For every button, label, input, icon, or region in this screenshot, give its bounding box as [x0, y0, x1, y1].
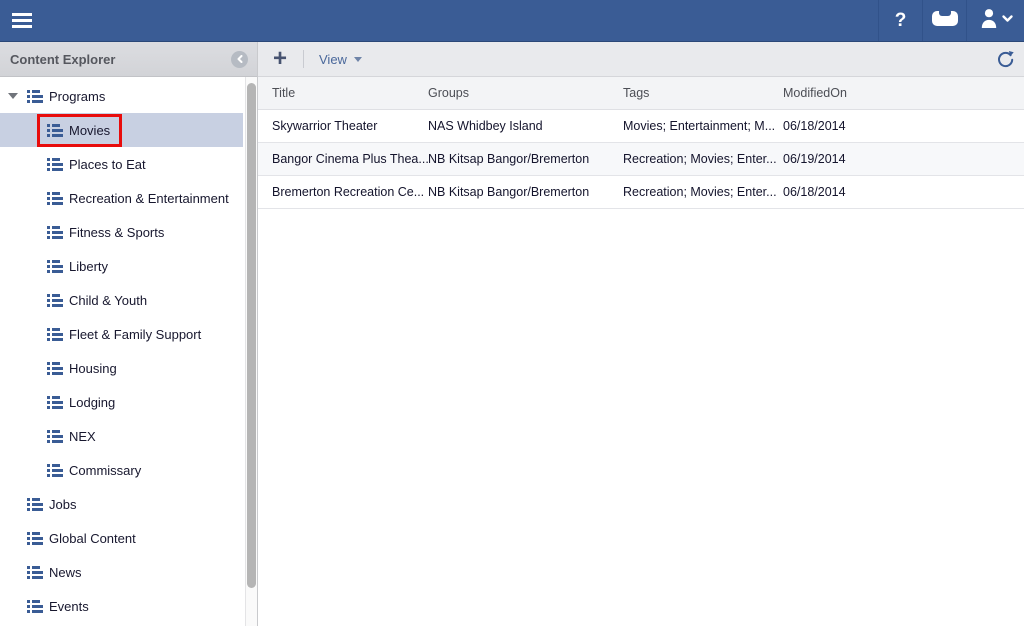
refresh-button[interactable]: [996, 50, 1015, 74]
content-tree: Programs Movies Places to Eat: [0, 77, 257, 626]
cell-modifiedon: 06/18/2014: [783, 185, 1024, 199]
inbox-tray-icon: [932, 11, 958, 31]
tree-item-label: Fleet & Family Support: [69, 327, 201, 342]
tree-item-label: News: [49, 565, 82, 580]
cell-groups: NAS Whidbey Island: [428, 119, 623, 133]
cell-modifiedon: 06/19/2014: [783, 152, 1024, 166]
column-header-tags[interactable]: Tags: [623, 86, 783, 100]
column-header-title[interactable]: Title: [258, 86, 428, 100]
red-highlight-box: Movies: [37, 114, 122, 147]
cell-tags: Recreation; Movies; Enter...: [623, 185, 783, 199]
list-icon: [47, 226, 63, 239]
sidebar-item-child-youth[interactable]: Child & Youth: [0, 283, 243, 317]
sidebar-header: Content Explorer: [0, 42, 257, 77]
app-window: ?: [0, 0, 1024, 626]
list-icon: [47, 328, 63, 341]
sidebar-item-housing[interactable]: Housing: [0, 351, 243, 385]
list-icon: [47, 464, 63, 477]
sidebar-item-nex[interactable]: NEX: [0, 419, 243, 453]
list-icon: [27, 498, 43, 511]
list-icon: [47, 124, 63, 137]
table-row[interactable]: Bremerton Recreation Ce... NB Kitsap Ban…: [258, 176, 1024, 209]
tree-item-label: NEX: [69, 429, 96, 444]
sidebar-item-movies[interactable]: Movies: [0, 113, 243, 147]
hamburger-icon: [12, 13, 32, 28]
chevron-left-icon: [236, 55, 244, 63]
view-dropdown[interactable]: View: [319, 52, 362, 67]
table-row[interactable]: Skywarrior Theater NAS Whidbey Island Mo…: [258, 110, 1024, 143]
list-icon: [47, 362, 63, 375]
sidebar-item-news[interactable]: News: [0, 555, 243, 589]
list-icon: [47, 294, 63, 307]
sidebar-item-fleet-family-support[interactable]: Fleet & Family Support: [0, 317, 243, 351]
sidebar-item-recreation-entertainment[interactable]: Recreation & Entertainment: [0, 181, 243, 215]
tree-item-label: Recreation & Entertainment: [69, 191, 229, 206]
tree-item-label: Child & Youth: [69, 293, 147, 308]
list-icon: [27, 600, 43, 613]
user-menu-button[interactable]: [966, 0, 1024, 41]
list-icon: [47, 192, 63, 205]
tree-item-label: Events: [49, 599, 89, 614]
view-dropdown-label: View: [319, 52, 347, 67]
sidebar-item-programs[interactable]: Programs: [0, 79, 243, 113]
inbox-button[interactable]: [922, 0, 966, 41]
tree-item-label: Fitness & Sports: [69, 225, 164, 240]
sidebar-item-places-to-eat[interactable]: Places to Eat: [0, 147, 243, 181]
tree-item-label: Lodging: [69, 395, 115, 410]
tree-item-label: Housing: [69, 361, 117, 376]
list-icon: [27, 532, 43, 545]
sidebar-collapse-button[interactable]: [231, 51, 248, 68]
help-button[interactable]: ?: [878, 0, 922, 41]
cell-title: Bangor Cinema Plus Thea...: [258, 152, 428, 166]
sidebar-scrollbar[interactable]: [245, 77, 257, 626]
help-icon: ?: [895, 10, 907, 32]
add-item-button[interactable]: +: [270, 49, 290, 69]
list-icon: [47, 430, 63, 443]
content-list-panel: + View Title Groups Tags ModifiedOn Skyw…: [258, 42, 1024, 626]
column-header-groups[interactable]: Groups: [428, 86, 623, 100]
cell-modifiedon: 06/18/2014: [783, 119, 1024, 133]
sidebar-title: Content Explorer: [10, 52, 115, 67]
user-icon: [978, 8, 1014, 33]
cell-title: Bremerton Recreation Ce...: [258, 185, 428, 199]
cell-groups: NB Kitsap Bangor/Bremerton: [428, 185, 623, 199]
sidebar-item-liberty[interactable]: Liberty: [0, 249, 243, 283]
expander-caret-icon[interactable]: [7, 93, 19, 99]
list-toolbar: + View: [258, 42, 1024, 77]
list-icon: [47, 396, 63, 409]
tree-item-label: Global Content: [49, 531, 136, 546]
topbar-actions: ?: [878, 0, 1024, 41]
tree-item-label: Jobs: [49, 497, 76, 512]
sidebar-item-lodging[interactable]: Lodging: [0, 385, 243, 419]
sidebar-scrollbar-thumb[interactable]: [247, 83, 256, 588]
tree-item-label: Commissary: [69, 463, 141, 478]
list-icon: [27, 90, 43, 103]
menu-button[interactable]: [0, 0, 56, 41]
sidebar-item-global-content[interactable]: Global Content: [0, 521, 243, 555]
toolbar-divider: [303, 50, 304, 68]
column-header-modifiedon[interactable]: ModifiedOn: [783, 86, 1024, 100]
tree-item-label: Programs: [49, 89, 105, 104]
tree-item-label: Places to Eat: [69, 157, 146, 172]
table-header-row: Title Groups Tags ModifiedOn: [258, 77, 1024, 110]
sidebar-item-commissary[interactable]: Commissary: [0, 453, 243, 487]
chevron-down-icon: [354, 57, 362, 62]
tree-item-label: Movies: [69, 123, 110, 138]
list-icon: [47, 260, 63, 273]
cell-tags: Movies; Entertainment; M...: [623, 119, 783, 133]
content-explorer-sidebar: Content Explorer Programs: [0, 42, 258, 626]
cell-tags: Recreation; Movies; Enter...: [623, 152, 783, 166]
tree-item-label: Liberty: [69, 259, 108, 274]
sidebar-item-events[interactable]: Events: [0, 589, 243, 623]
cell-groups: NB Kitsap Bangor/Bremerton: [428, 152, 623, 166]
list-icon: [47, 158, 63, 171]
table-row[interactable]: Bangor Cinema Plus Thea... NB Kitsap Ban…: [258, 143, 1024, 176]
refresh-icon: [996, 50, 1015, 69]
cell-title: Skywarrior Theater: [258, 119, 428, 133]
top-navigation-bar: ?: [0, 0, 1024, 42]
sidebar-item-jobs[interactable]: Jobs: [0, 487, 243, 521]
list-icon: [27, 566, 43, 579]
sidebar-item-fitness-sports[interactable]: Fitness & Sports: [0, 215, 243, 249]
